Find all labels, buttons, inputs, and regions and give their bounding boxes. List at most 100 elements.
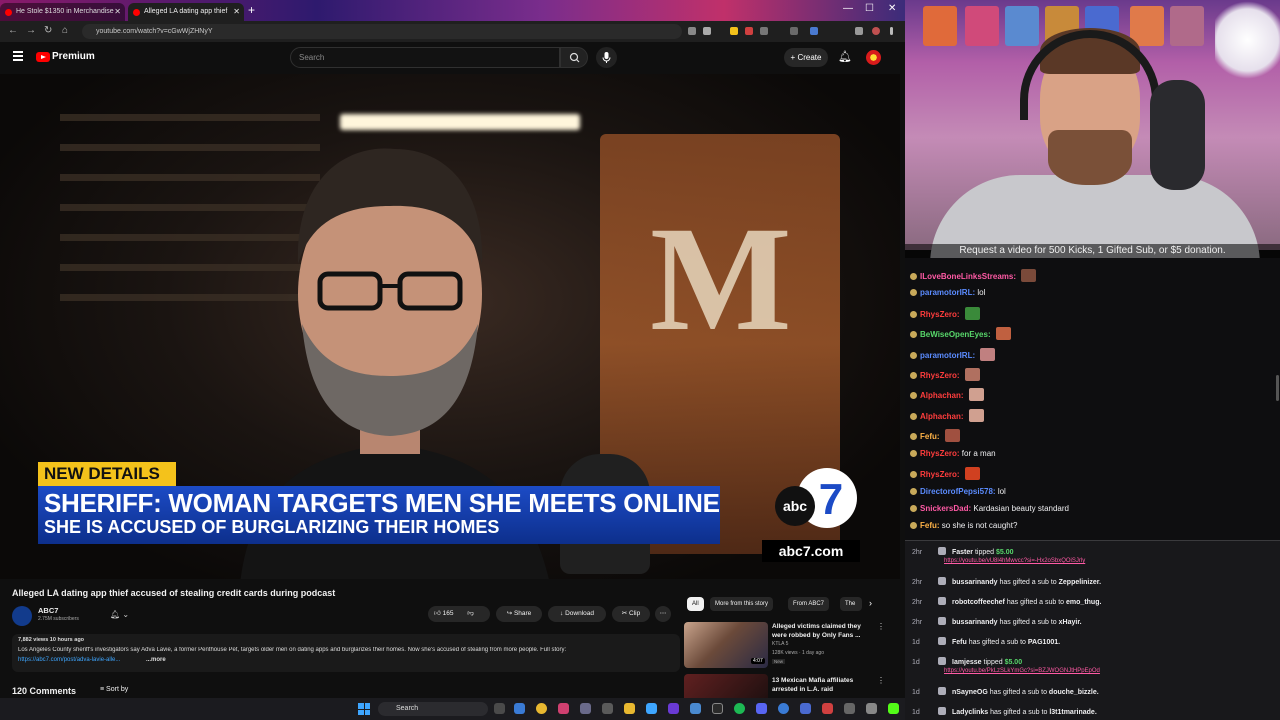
related-channel[interactable]: KTLA 5 bbox=[772, 641, 788, 647]
extension-icon[interactable] bbox=[790, 27, 798, 35]
chat-username[interactable]: Fefu: bbox=[920, 521, 940, 530]
maximize-icon[interactable]: ☐ bbox=[865, 3, 874, 14]
app-icon[interactable] bbox=[690, 703, 701, 714]
extension-icon[interactable] bbox=[730, 27, 738, 35]
chat-username[interactable]: Fefu: bbox=[920, 432, 940, 441]
chat-username[interactable]: RhysZero: bbox=[920, 310, 960, 319]
chat-username[interactable]: Alphachan: bbox=[920, 391, 964, 400]
star-icon[interactable] bbox=[703, 27, 711, 35]
clip-button[interactable]: ✂ Clip bbox=[612, 606, 650, 622]
chat-message: BeWiseOpenEyes: bbox=[910, 327, 1011, 340]
channel-avatar[interactable] bbox=[12, 606, 32, 626]
chat-username[interactable]: Alphachan: bbox=[920, 412, 964, 421]
browser-tab-1[interactable]: He Stole $1350 in Merchandise ✕ bbox=[0, 3, 125, 21]
event-user: Iamjesse bbox=[952, 659, 982, 666]
channel-name[interactable]: ABC7 bbox=[38, 606, 58, 615]
chip-from-abc7[interactable]: From ABC7 bbox=[788, 597, 830, 611]
more-actions-button[interactable]: ⋯ bbox=[655, 606, 671, 622]
tab-title: Alleged LA dating app thief bbox=[144, 8, 228, 15]
hamburger-menu-icon[interactable] bbox=[13, 51, 23, 61]
tip-link[interactable]: https://youtu.be/vU8l4hMwvcc?si=-Hx2oSbx… bbox=[944, 558, 1085, 564]
tip-link[interactable]: https://youtu.be/PkLzSLkYmGc?si=BZJWOGNJ… bbox=[944, 668, 1100, 674]
app-icon[interactable] bbox=[866, 703, 877, 714]
chat-username[interactable]: paramotorIRL: bbox=[920, 288, 975, 297]
chat-username[interactable]: RhysZero: bbox=[920, 470, 960, 479]
app-icon[interactable] bbox=[712, 703, 723, 714]
youtube-logo-icon[interactable] bbox=[36, 52, 50, 62]
description-link[interactable]: https://abc7.com/post/adva-lavie-alle... bbox=[18, 657, 120, 663]
app-icon[interactable] bbox=[580, 703, 591, 714]
extension-icon[interactable] bbox=[760, 27, 768, 35]
app-icon[interactable] bbox=[668, 703, 679, 714]
voice-search-button[interactable] bbox=[596, 47, 617, 68]
search-button[interactable] bbox=[560, 47, 588, 68]
sort-comments-button[interactable]: ≡ Sort by bbox=[100, 686, 128, 693]
account-avatar[interactable] bbox=[866, 50, 881, 65]
related-thumbnail[interactable] bbox=[684, 674, 768, 698]
chat-text: so she is not caught? bbox=[941, 521, 1018, 530]
thumbs-up-icon[interactable]: 👍︎ bbox=[434, 610, 441, 617]
create-button[interactable]: + Create bbox=[784, 48, 828, 67]
app-icon[interactable] bbox=[558, 703, 569, 714]
extensions-puzzle-icon[interactable] bbox=[855, 27, 863, 35]
chat-username[interactable]: RhysZero: bbox=[920, 371, 960, 380]
app-icon[interactable] bbox=[646, 703, 657, 714]
file-explorer-icon[interactable] bbox=[624, 703, 635, 714]
chat-username[interactable]: SnickersDad: bbox=[920, 504, 971, 513]
reload-icon[interactable]: ↻ bbox=[44, 25, 52, 36]
kebab-menu-icon[interactable]: ⋮ bbox=[877, 676, 885, 685]
like-dislike-button[interactable]: 👍︎ 165 👎︎ bbox=[428, 606, 490, 622]
chevron-right-icon[interactable]: › bbox=[869, 598, 872, 608]
close-tab-icon[interactable]: ✕ bbox=[233, 3, 240, 21]
related-title[interactable]: Alleged victims claimed they were robbed… bbox=[772, 622, 872, 640]
spotify-icon[interactable] bbox=[734, 703, 745, 714]
task-view-icon[interactable] bbox=[494, 703, 505, 714]
chip-all[interactable]: All bbox=[687, 597, 704, 611]
related-title[interactable]: 13 Mexican Mafia affiliates arrested in … bbox=[772, 676, 872, 694]
youtube-premium-label[interactable]: Premium bbox=[52, 51, 95, 62]
subscribed-bell-button[interactable]: 🔔︎ ⌄ bbox=[104, 608, 138, 622]
extension-icon[interactable] bbox=[810, 27, 818, 35]
video-player[interactable]: M NEW DETAILS SHERIFF: WOMAN TARGETS MEN… bbox=[0, 74, 900, 579]
chat-username[interactable]: paramotorIRL: bbox=[920, 351, 975, 360]
chat-username[interactable]: RhysZero: bbox=[920, 449, 960, 458]
chip-the[interactable]: The bbox=[840, 597, 862, 611]
profile-icon[interactable] bbox=[872, 27, 880, 35]
edge-icon[interactable] bbox=[514, 703, 525, 714]
kebab-menu-icon[interactable]: ⋮ bbox=[877, 622, 885, 631]
download-button[interactable]: ↓ Download bbox=[548, 606, 606, 622]
search-input[interactable]: Search bbox=[290, 47, 560, 68]
home-icon[interactable]: ⌂ bbox=[62, 25, 68, 36]
show-more-button[interactable]: ...more bbox=[146, 657, 166, 663]
app-icon[interactable] bbox=[602, 703, 613, 714]
new-tab-icon[interactable]: + bbox=[248, 3, 255, 17]
close-window-icon[interactable]: ✕ bbox=[888, 3, 896, 14]
close-tab-icon[interactable]: ✕ bbox=[114, 3, 121, 21]
app-icon[interactable] bbox=[844, 703, 855, 714]
chat-username[interactable]: ILoveBoneLinksStreams: bbox=[920, 272, 1016, 281]
thumbs-down-icon[interactable]: 👎︎ bbox=[467, 610, 474, 617]
back-icon[interactable]: ← bbox=[8, 25, 18, 36]
taskbar-search[interactable]: Search bbox=[378, 702, 488, 716]
minimize-icon[interactable]: — bbox=[843, 3, 853, 14]
chat-username[interactable]: DirectorofPepsi578: bbox=[920, 487, 996, 496]
url-field[interactable]: youtube.com/watch?v=cGwWjZHNyY bbox=[82, 24, 682, 39]
share-button[interactable]: ↪ Share bbox=[496, 606, 542, 622]
notifications-bell-icon[interactable]: 🔔︎ bbox=[838, 50, 852, 63]
app-icon[interactable] bbox=[800, 703, 811, 714]
browser-tab-2[interactable]: Alleged LA dating app thief ✕ bbox=[128, 3, 244, 21]
chrome-icon[interactable] bbox=[536, 703, 547, 714]
extension-icon[interactable] bbox=[688, 27, 696, 35]
app-icon[interactable] bbox=[756, 703, 767, 714]
app-icon[interactable] bbox=[778, 703, 789, 714]
forward-icon[interactable]: → bbox=[26, 25, 36, 36]
app-icon[interactable] bbox=[822, 703, 833, 714]
windows-start-icon[interactable] bbox=[358, 703, 370, 715]
chat-username[interactable]: BeWiseOpenEyes: bbox=[920, 330, 991, 339]
extension-icon[interactable] bbox=[745, 27, 753, 35]
chat-scrollbar[interactable] bbox=[1276, 375, 1279, 401]
description-box[interactable] bbox=[12, 634, 680, 672]
kebab-menu-icon[interactable] bbox=[890, 27, 893, 35]
chip-more-from-story[interactable]: More from this story bbox=[710, 597, 774, 611]
kick-icon[interactable] bbox=[888, 703, 899, 714]
